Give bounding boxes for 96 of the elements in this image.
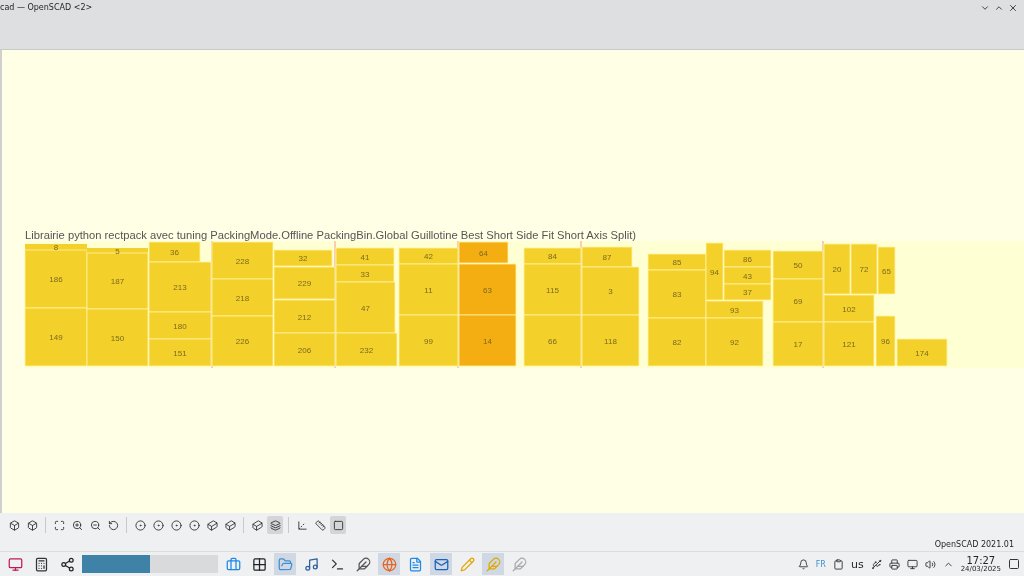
rectangle-label: 102 xyxy=(842,304,856,314)
rectangle-label: 43 xyxy=(743,271,752,281)
clipboard-icon[interactable] xyxy=(832,558,844,570)
rectangle-label: 42 xyxy=(424,251,433,261)
volume-icon[interactable] xyxy=(924,558,936,570)
view-icon xyxy=(134,519,146,531)
rectangle-label: 65 xyxy=(882,266,891,276)
cube-icon xyxy=(206,519,218,531)
rectangle-label: 213 xyxy=(173,282,187,292)
rectangle-label: 37 xyxy=(743,287,752,297)
rectangle-label: 99 xyxy=(424,336,433,346)
cube-icon xyxy=(8,519,20,531)
rectangle-label: 8 xyxy=(53,242,59,252)
rectangle-label: 17 xyxy=(793,339,803,349)
rectangle-label: 47 xyxy=(361,303,370,313)
monitor-icon xyxy=(7,556,23,572)
rectangle-label: 94 xyxy=(710,267,719,277)
terminal-icon xyxy=(329,556,345,572)
axes-icon xyxy=(296,519,308,531)
rectangle-label: 32 xyxy=(298,253,308,263)
rectangle-label: 118 xyxy=(604,336,617,346)
pencil-icon xyxy=(459,556,475,572)
layers-icon xyxy=(269,519,281,531)
minimize-icon[interactable] xyxy=(980,3,990,13)
rectangle-label: 66 xyxy=(548,336,557,346)
mail-icon xyxy=(433,556,449,572)
ruler-icon xyxy=(314,519,326,531)
rectangle-label: 82 xyxy=(672,337,682,347)
document-icon xyxy=(407,556,423,572)
rectangle-label: 3 xyxy=(608,286,613,296)
rectangle-label: 187 xyxy=(110,276,125,286)
rectangle-label: 20 xyxy=(832,264,842,274)
layout-indicator[interactable]: us xyxy=(850,557,864,571)
rectangle-label: 84 xyxy=(548,251,557,261)
cube-icon xyxy=(26,519,38,531)
music-icon xyxy=(303,556,319,572)
rectangle-label: 87 xyxy=(602,252,612,262)
maximize-icon[interactable] xyxy=(994,3,1004,13)
square-icon xyxy=(332,519,344,531)
rectangle-label: 63 xyxy=(483,285,492,295)
zoom-out-icon xyxy=(89,519,101,531)
rectangle-label: 83 xyxy=(672,289,682,299)
rectangle-label: 92 xyxy=(730,337,739,347)
rectangle-label: 226 xyxy=(235,336,250,346)
rectangle-label: 121 xyxy=(842,339,856,349)
clock-time: 17:27 xyxy=(966,555,996,566)
rectangle-label: 180 xyxy=(173,321,187,331)
show-desktop-icon[interactable] xyxy=(1008,558,1020,570)
rectangle-label: 36 xyxy=(170,247,179,257)
view-button[interactable] xyxy=(330,516,346,535)
rectangle-label: 212 xyxy=(297,312,312,322)
display-icon[interactable] xyxy=(906,558,918,570)
rectangle-label: 174 xyxy=(915,348,929,358)
rectangle-label: 69 xyxy=(793,296,803,306)
calculator-icon xyxy=(33,556,49,572)
close-icon[interactable] xyxy=(1008,3,1018,13)
rectangle-label: 72 xyxy=(859,264,869,274)
rectangle-label: 151 xyxy=(173,348,187,358)
rectangle-label: 150 xyxy=(110,333,125,343)
zoom-in-icon xyxy=(71,519,83,531)
notification-icon[interactable] xyxy=(797,558,809,570)
rectangle-label: 85 xyxy=(672,257,682,267)
panel-icon xyxy=(251,556,267,572)
rectangle-label: 228 xyxy=(235,256,250,266)
rectangle-label: 218 xyxy=(235,293,250,303)
version-label: OpenSCAD 2021.01 xyxy=(934,539,1014,549)
window-title: cad — OpenSCAD <2> xyxy=(0,3,93,12)
view-icon xyxy=(170,519,182,531)
printer-icon[interactable] xyxy=(888,558,900,570)
reset-view-icon xyxy=(107,519,119,531)
globe-icon xyxy=(381,556,397,572)
rectangle-label: 64 xyxy=(479,248,488,258)
bag-icon xyxy=(225,556,241,572)
rectangle-label: 229 xyxy=(297,278,312,288)
rectangle-label: 86 xyxy=(743,254,752,264)
folder-icon xyxy=(277,556,293,572)
rectangle-label: 50 xyxy=(793,260,803,270)
rectangle-label: 33 xyxy=(360,269,370,279)
view-icon xyxy=(188,519,200,531)
viewport-caption: Librairie python rectpack avec tuning PackingMode.Offline PackingBin.Global Guillotine Best Short Side Fit Short Axis Split) xyxy=(25,228,637,241)
rectangle-label: 232 xyxy=(359,345,374,355)
view-icon xyxy=(152,519,164,531)
rectangle-label: 11 xyxy=(424,285,433,295)
rectangle-label: 14 xyxy=(483,336,492,346)
rectangle-label: 41 xyxy=(360,252,370,262)
rectangle-label: 93 xyxy=(730,305,739,315)
rectangle-label: 5 xyxy=(115,246,120,256)
zoom-fit-icon xyxy=(53,519,65,531)
rectangle-label: 149 xyxy=(49,332,63,342)
rectangle-label: 186 xyxy=(49,274,63,284)
rectangle-label: 206 xyxy=(297,345,312,355)
rectangle-label: 115 xyxy=(546,285,559,295)
usb-icon[interactable] xyxy=(870,558,882,570)
rectangle-label: 96 xyxy=(881,336,890,346)
view-button[interactable] xyxy=(267,516,283,535)
cube-icon xyxy=(224,519,236,531)
